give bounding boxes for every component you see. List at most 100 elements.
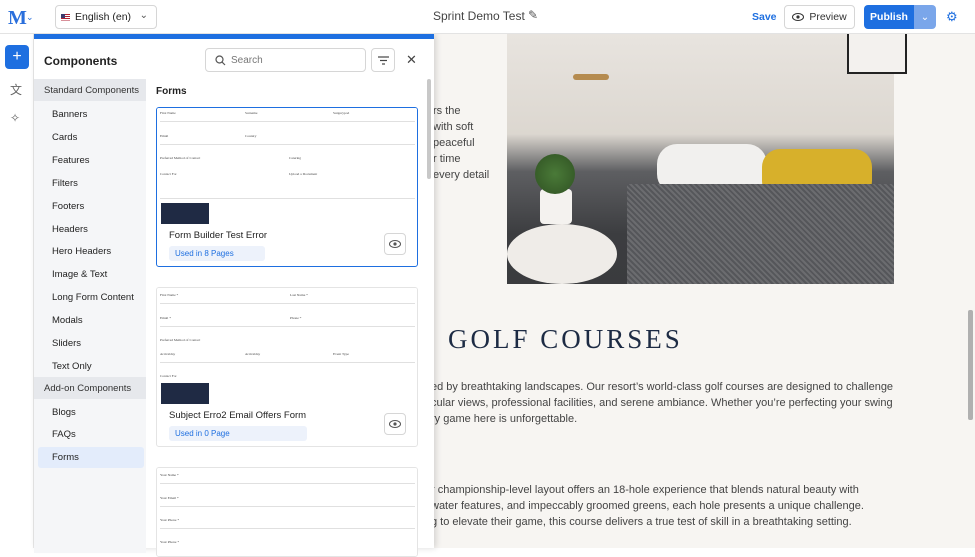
category-hero-headers[interactable]: Hero Headers [52,246,111,257]
mini-form-label: Preferred Method of Contact [160,338,201,342]
page-title: Sprint Demo Test [433,9,525,23]
section-title: Forms [156,86,187,97]
us-flag-icon [61,13,70,21]
mini-divider [160,326,415,327]
category-filters[interactable]: Filters [52,178,78,189]
language-select[interactable]: English (en) ⌄ [55,5,157,29]
mini-divider [160,506,415,507]
mini-divider [160,144,415,145]
mini-form-label: Catering [289,156,302,160]
preview-button[interactable]: Preview [784,5,855,29]
category-blogs[interactable]: Blogs [52,407,76,418]
search-input[interactable]: Search [205,48,366,72]
language-label: English (en) [75,11,132,23]
save-button[interactable]: Save [752,11,777,23]
mini-form-label: Surname [245,111,258,115]
mini-form-label: Arrivalday [245,352,261,356]
component-card[interactable]: First Name * Last Name * Email * Phone *… [156,287,418,447]
usage-badge: Used in 0 Page [169,426,307,441]
preview-eye-button[interactable] [384,233,406,255]
section-heading: GOLF COURSES [448,324,683,354]
mini-divider [160,362,415,363]
search-icon [215,54,226,65]
eye-icon [389,240,401,248]
gear-icon[interactable]: ⚙ [946,9,958,25]
intro-text-fragment: rs the with soft peaceful r time every d… [433,103,489,183]
golf-paragraph-1: ed by breathtaking landscapes. Our resor… [431,379,893,427]
mini-form-label: Upload a Document [289,172,318,176]
page-scrollbar[interactable] [968,310,973,420]
translate-icon[interactable]: 文 [10,81,22,98]
form-thumbnail: Your Name * Your Email * Your Phone * Yo… [157,468,417,556]
bed-blanket [627,184,894,284]
category-faqs[interactable]: FAQs [52,429,76,440]
category-list: Standard Components Banners Cards Featur… [34,79,146,553]
text-line: g to elevate their game, this course del… [431,516,852,528]
standard-components-header[interactable]: Standard Components [34,79,146,101]
pencil-icon[interactable]: ✎ [528,8,538,22]
card-title: Subject Erro2 Email Offers Form [169,410,307,421]
category-headers[interactable]: Headers [52,224,88,235]
form-thumbnail: First Name Surname Surgerypod Email Coun… [157,108,417,224]
app-logo[interactable]: M [8,7,27,30]
mini-form-label: Contact For [160,374,177,378]
mini-divider [160,528,415,529]
category-long-form-content[interactable]: Long Form Content [52,292,134,303]
mini-form-label: Contact For [160,172,177,176]
left-rail: + 文 ✧ [0,34,34,548]
text-line: rs the [433,105,461,117]
wall-lamp [573,74,609,80]
category-banners[interactable]: Banners [52,109,87,120]
chevron-down-icon[interactable]: ⌄ [26,12,34,23]
golf-paragraph-2: r championship-level layout offers an 18… [431,482,864,530]
chevron-down-icon: ⌄ [139,10,148,21]
filter-button[interactable] [371,48,395,72]
mini-form-label: Country [245,134,257,138]
mini-form-label: Event Type [333,352,349,356]
mini-divider [160,303,415,304]
usage-badge: Used in 8 Pages [169,246,265,261]
preview-label: Preview [809,11,847,23]
add-component-button[interactable]: + [5,45,29,69]
mini-form-label: Phone * [290,316,302,320]
category-modals[interactable]: Modals [52,315,83,326]
mini-divider [160,483,415,484]
component-card[interactable]: Your Name * Your Email * Your Phone * Yo… [156,467,418,557]
text-line: ed by breathtaking landscapes. Our resor… [431,381,894,393]
category-text-only[interactable]: Text Only [52,361,92,372]
category-cards[interactable]: Cards [52,132,77,143]
mini-form-label: First Name * [160,293,179,297]
category-image-text[interactable]: Image & Text [52,269,107,280]
cookie-notice [161,383,209,404]
category-features[interactable]: Features [52,155,90,166]
category-forms[interactable]: Forms [52,452,79,463]
preview-eye-button[interactable] [384,413,406,435]
components-panel: Components Search ✕ Standard Components … [34,34,434,557]
text-line: r time [433,153,461,165]
filter-icon [377,55,389,65]
card-title: Form Builder Test Error [169,230,268,241]
close-icon[interactable]: ✕ [406,52,417,68]
plant-pot [540,189,572,224]
mini-form-label: Email [160,134,169,138]
form-thumbnail: First Name * Last Name * Email * Phone *… [157,288,417,404]
sparkle-icon[interactable]: ✧ [10,111,20,125]
mini-form-label: Email * [160,316,171,320]
text-line: every detail [433,169,490,181]
mini-form-label: Your Name * [160,473,179,477]
mini-form-label: First Name [160,111,176,115]
panel-title: Components [44,54,118,68]
category-footers[interactable]: Footers [52,201,84,212]
component-card[interactable]: First Name Surname Surgerypod Email Coun… [156,107,418,267]
wall-frame [847,34,907,74]
category-sliders[interactable]: Sliders [52,338,81,349]
publish-button[interactable]: Publish [864,5,914,29]
publish-dropdown-chevron-icon[interactable]: ⌄ [914,5,936,29]
mini-form-label: Arrivalday [160,352,176,356]
addon-components-header[interactable]: Add-on Components [34,377,146,399]
mini-form-label: Your Phone * [160,518,180,522]
text-line: r championship-level layout offers an 18… [431,484,859,496]
mini-form-label: Your Phone * [160,540,180,544]
panel-scrollbar[interactable] [427,79,431,179]
mini-form-label: Preferred Method of Contact [160,156,201,160]
